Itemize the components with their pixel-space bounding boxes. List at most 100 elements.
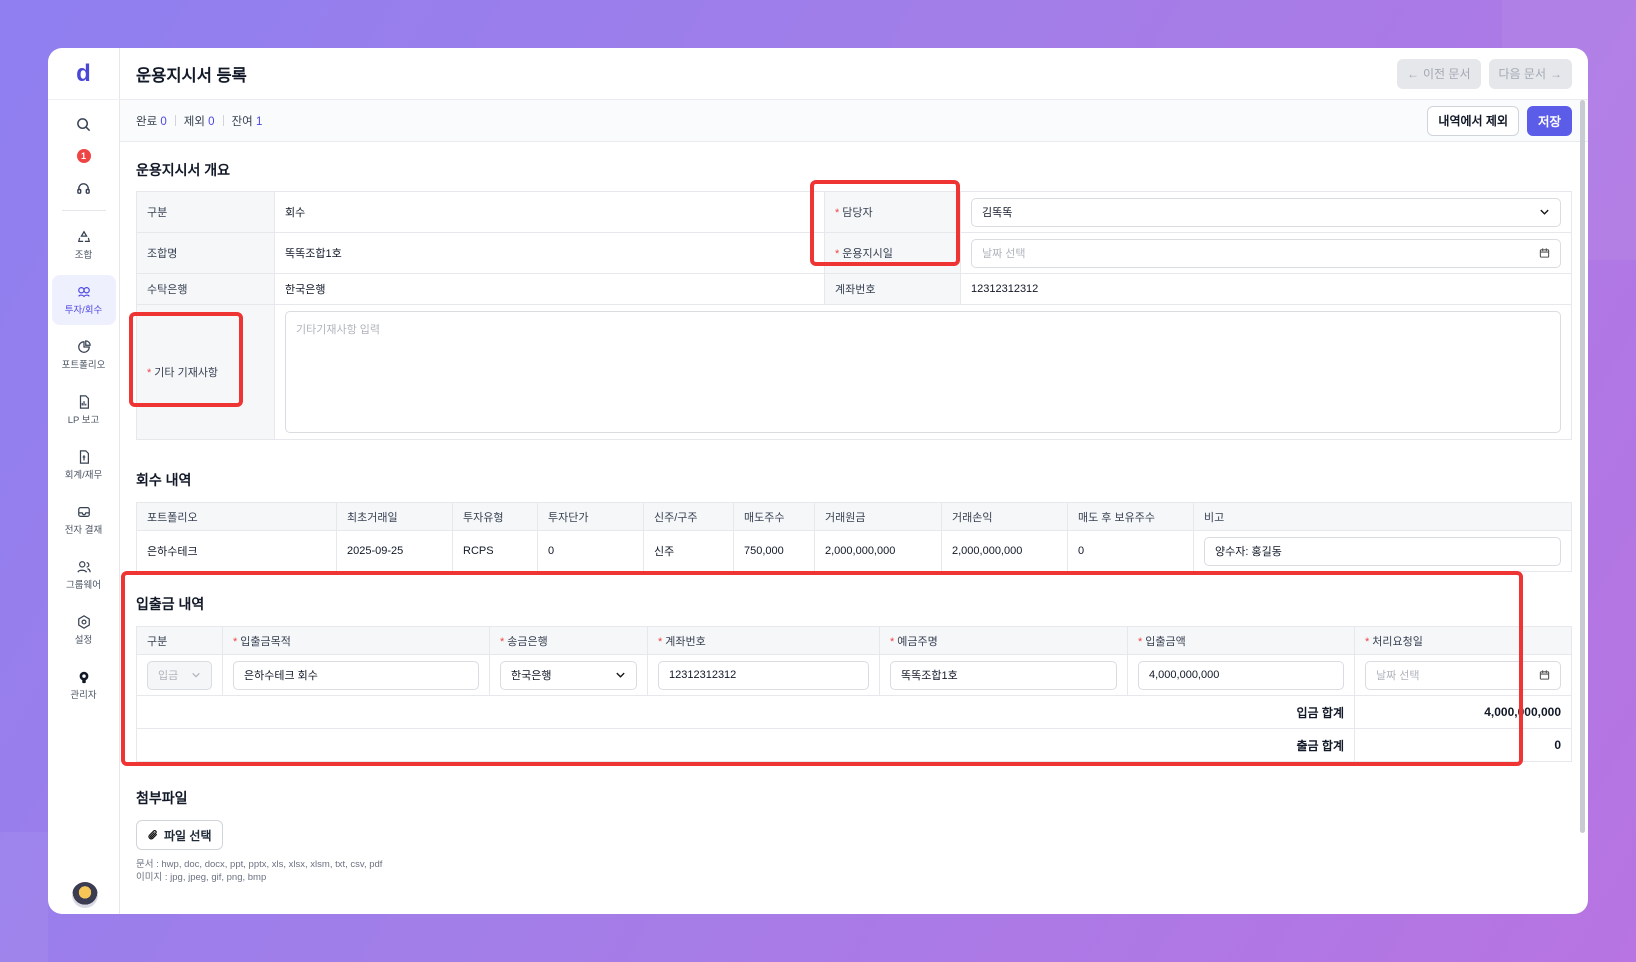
deposit-total-row: 입금 합계 4,000,000,000 [136,695,1572,729]
investment-icon [77,286,90,297]
arrow-right-icon: → [1550,66,1562,81]
arrow-left-icon: ← [1407,66,1419,81]
status-bar: 완료 0 제외 0 잔여 1 내역에서 제외 저장 [120,100,1588,142]
chevron-down-icon [1540,209,1549,215]
holder-input[interactable]: 똑똑조합1호 [890,660,1117,690]
account-label: 계좌번호 [824,273,961,305]
request-date-picker[interactable]: 날짜 선택 [1365,660,1561,690]
deposit-total-label: 입금 합계 [136,695,1355,729]
column-header: 구분 [136,626,223,655]
table-cell: RCPS [452,530,538,572]
type-label: 구분 [136,191,275,233]
bank-select[interactable]: 한국은행 [500,660,637,690]
table-row: 입금 은하수테크 회수 한국은행 12312312312 똑똑조합1호 4,00… [136,654,1572,696]
avatar[interactable] [72,882,98,908]
table-cell: 0 [537,530,644,572]
column-header: * 송금은행 [489,626,648,655]
date-picker[interactable]: 날짜 선택 [971,238,1561,268]
table-cell: 2,000,000,000 [941,530,1068,572]
cashflow-title: 입출금 내역 [136,596,205,612]
fund-value: 똑똑조합1호 [274,232,825,274]
settings-icon [77,614,90,629]
notification-badge[interactable]: 1 [48,142,120,170]
column-header: 거래원금 [814,502,942,531]
sidebar-item-lp-report[interactable]: LP 보고 [52,385,116,435]
overview-table: 구분 회수 * 담당자 김똑똑 조합명 똑똑조합1호 * 운용지시일 날짜 선택 수… [136,191,1572,440]
excluded-count: 제외 0 [183,115,215,128]
accounting-icon [79,449,89,464]
withdraw-total-row: 출금 합계 0 [136,728,1572,762]
column-header: 투자유형 [452,502,538,531]
table-cell: 2,000,000,000 [814,530,942,572]
page-title: 운용지시서 등록 [136,66,247,85]
sidebar-item-label: 그룹웨어 [66,579,101,591]
sidebar-item-label: 조합 [74,249,93,261]
table-cell: 2025-09-25 [336,530,453,572]
remaining-count: 잔여 1 [231,115,263,128]
sidebar-item-admin[interactable]: 관리자 [52,660,116,710]
users-icon [76,560,91,573]
column-header: 매도 후 보유주수 [1067,502,1194,531]
chevron-down-icon [616,672,625,678]
admin-icon [79,671,88,683]
headset-icon[interactable] [48,174,120,202]
column-header: 비고 [1193,502,1572,531]
cashflow-table: 구분 * 입출금목적 * 송금은행 * 계좌번호 * 예금주명 * 입출금액 * 처리요청일… [136,626,1572,762]
calendar-icon [1539,248,1550,258]
search-icon[interactable] [48,110,120,138]
overview-title: 운용지시서 개요 [136,162,231,178]
exclude-button[interactable]: 내역에서 제외 [1427,105,1519,136]
account-input[interactable]: 12312312312 [658,660,869,690]
form-content: 운용지시서 개요 구분 회수 * 담당자 김똑똑 조합명 똑똑조합1호 * 운용지시… [120,160,1588,884]
save-button[interactable]: 저장 [1526,105,1572,136]
file-select-button[interactable]: 파일 선택 [136,820,223,850]
divider [222,115,224,126]
column-header: 포트폴리오 [136,502,337,531]
prev-document-button[interactable]: ← 이전 문서 [1397,58,1481,89]
page-header: 운용지시서 등록 ← 이전 문서 다음 문서 → [120,48,1588,100]
column-header: 최초거래일 [336,502,453,531]
sidebar-item-label: 포트폴리오 [61,359,106,371]
table-cell: 750,000 [733,530,815,572]
fund-label: 조합명 [136,232,275,274]
date-label: * 운용지시일 [824,232,961,274]
divider [174,115,176,126]
amount-input[interactable]: 4,000,000,000 [1138,660,1344,690]
sidebar-item-settings[interactable]: 설정 [52,605,116,655]
sidebar-item-label: 투자/회수 [64,304,103,316]
table-cell: 은하수테크 [136,530,337,572]
type-select[interactable]: 입금 [147,660,212,690]
sidebar-item-investment[interactable]: 투자/회수 [51,275,116,325]
deposit-total-value: 4,000,000,000 [1354,695,1572,729]
table-cell: 신주 [643,530,734,572]
column-header: * 입출금목적 [222,626,490,655]
next-document-button[interactable]: 다음 문서 → [1488,58,1572,89]
column-header: 투자단가 [537,502,644,531]
report-icon [79,394,89,409]
bank-label: 수탁은행 [136,273,275,305]
account-value: 12312312312 [960,273,1572,305]
recycle-icon [77,230,90,242]
sidebar-item-fund[interactable]: 조합 [52,220,116,270]
background-panel [0,832,48,962]
sidebar-item-portfolio[interactable]: 포트폴리오 [52,330,116,380]
done-count: 완료 0 [136,115,167,128]
attachment-title: 첨부파일 [136,790,188,806]
bank-value: 한국은행 [274,273,825,305]
column-header: 거래손익 [941,502,1068,531]
notes-textarea[interactable]: 기타기재사항 입력 [285,311,1561,433]
app-logo[interactable]: d [48,48,120,100]
sidebar-item-accounting[interactable]: 회계/재무 [52,440,116,490]
note-input[interactable]: 양수자: 홍길동 [1204,536,1561,566]
sidebar-item-groupware[interactable]: 그룹웨어 [52,550,116,600]
column-header: 매도주수 [733,502,815,531]
manager-select[interactable]: 김똑똑 [971,197,1561,227]
sidebar: d 1 조합 투자/회수 포트폴리오 LP 보고 회계/재무 전자 결재 그룹웨… [48,48,120,914]
sidebar-item-approval[interactable]: 전자 결재 [52,495,116,545]
sidebar-item-label: LP 보고 [67,414,100,426]
sidebar-item-label: 전자 결재 [64,524,103,536]
column-header: * 계좌번호 [647,626,880,655]
scrollbar[interactable] [1580,100,1585,833]
purpose-input[interactable]: 은하수테크 회수 [233,660,479,690]
notes-label: * 기타 기재사항 [136,304,275,440]
